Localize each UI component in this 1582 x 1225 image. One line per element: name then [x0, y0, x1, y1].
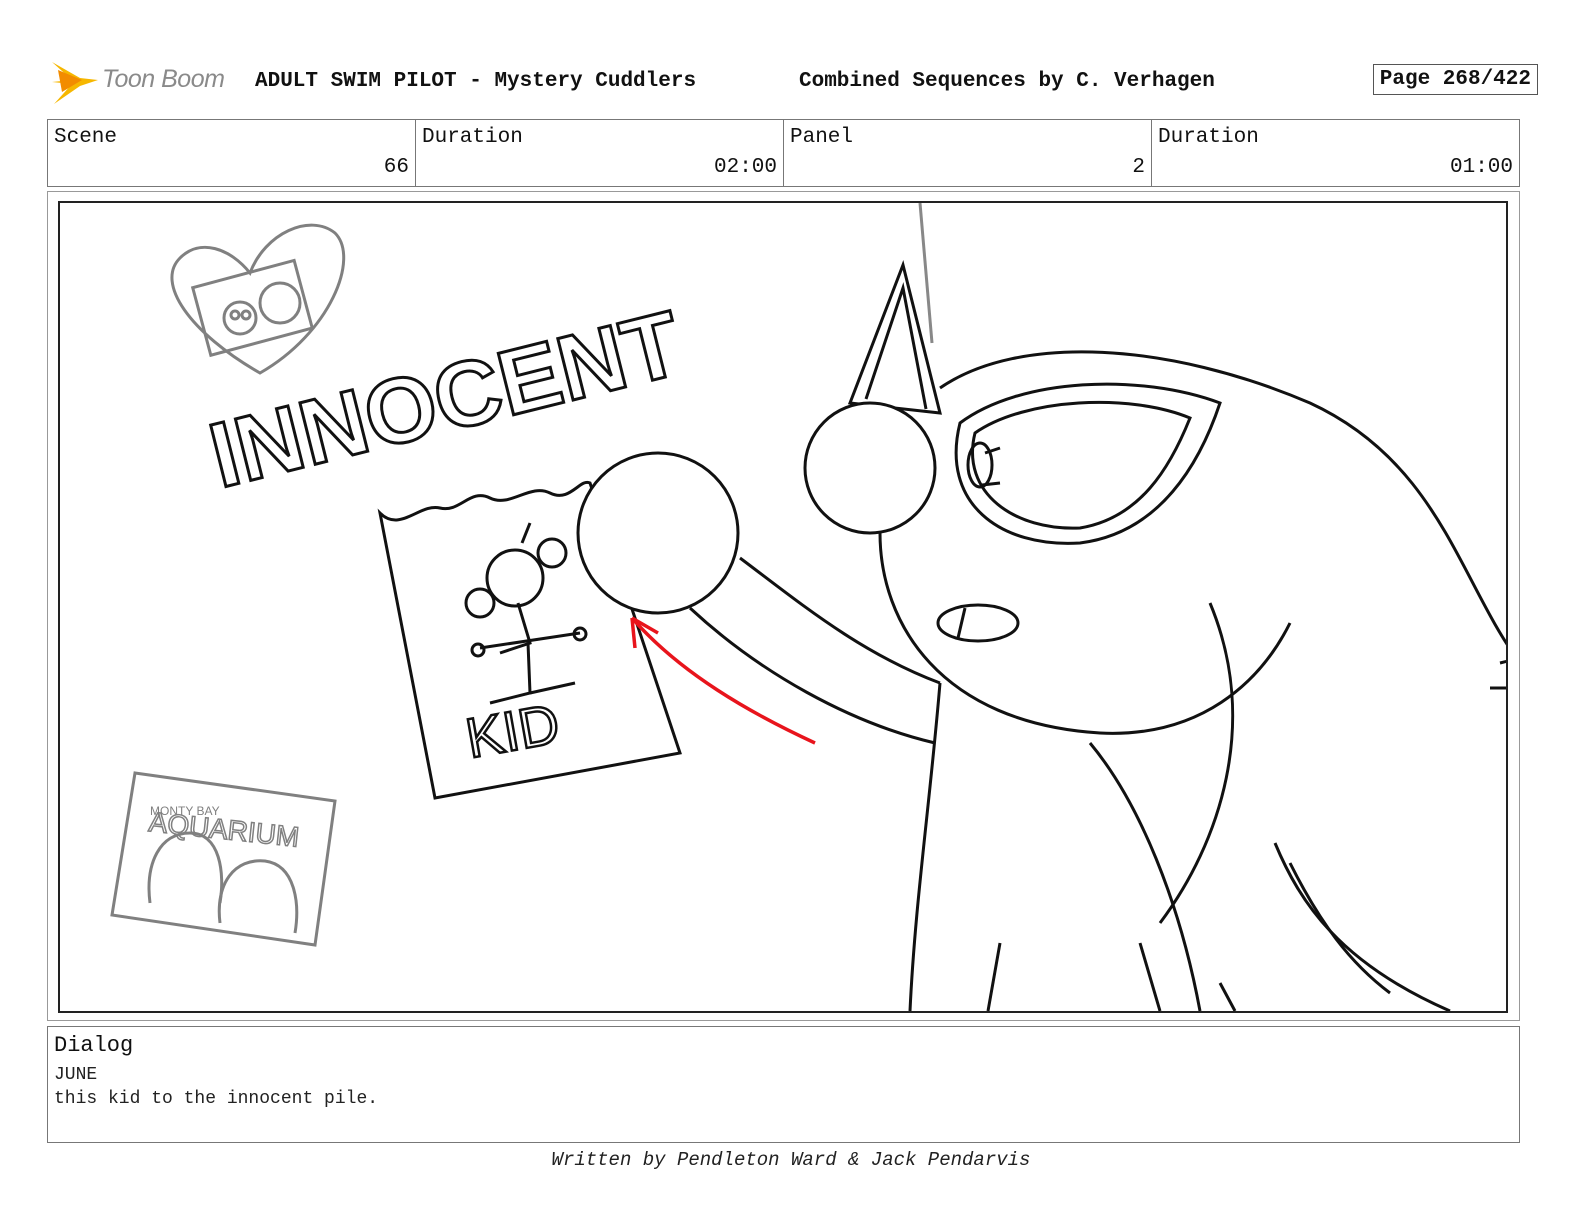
dialog-box: Dialog JUNE this kid to the innocent pil…	[47, 1026, 1520, 1143]
sequence-credit: Combined Sequences by C. Verhagen	[799, 70, 1215, 93]
scene-value: 66	[383, 156, 409, 179]
scene-label: Scene	[54, 126, 118, 149]
scene-info-table: Scene 66 Duration 02:00 Panel 2 Duration…	[47, 119, 1520, 187]
logo-text: Toon Boom	[102, 65, 225, 93]
aquarium-sticker-drawing: MONTY BAY AQUARIUM	[110, 771, 337, 947]
panel-value: 2	[1132, 156, 1145, 179]
heart-photo-drawing	[170, 223, 346, 375]
panel-duration-value: 01:00	[1449, 156, 1513, 179]
dialog-speaker: JUNE	[54, 1065, 98, 1085]
toon-boom-logo: Toon Boom	[50, 56, 250, 108]
character-drawing	[576, 260, 1506, 1011]
project-title: ADULT SWIM PILOT - Mystery Cuddlers	[255, 70, 697, 93]
writer-credit: Written by Pendleton Ward & Jack Pendarv…	[551, 1149, 1031, 1171]
scene-duration-value: 02:00	[713, 156, 777, 179]
panel-drawing: INNOCENT KID MONTY BAY AQUARIUM	[110, 203, 1506, 1011]
guide-line	[918, 203, 934, 344]
panel-cell: Panel 2	[784, 120, 1152, 186]
dialog-line: this kid to the innocent pile.	[54, 1089, 379, 1109]
starburst-logo-icon	[52, 62, 98, 104]
storyboard-header: Toon Boom ADULT SWIM PILOT - Mystery Cud…	[50, 56, 1538, 108]
dialog-label: Dialog	[54, 1033, 134, 1058]
sticker-text: AQUARIUM	[147, 806, 300, 853]
panel-label: Panel	[790, 126, 854, 149]
scene-duration-label: Duration	[422, 126, 523, 149]
panel-duration-label: Duration	[1158, 126, 1259, 149]
scene-duration-cell: Duration 02:00	[416, 120, 784, 186]
storyboard-panel: INNOCENT KID MONTY BAY AQUARIUM	[58, 201, 1508, 1013]
panel-frame: INNOCENT KID MONTY BAY AQUARIUM	[47, 191, 1520, 1021]
scene-cell: Scene 66	[48, 120, 416, 186]
page-number: Page 268/422	[1372, 64, 1538, 95]
panel-duration-cell: Duration 01:00	[1152, 120, 1519, 186]
